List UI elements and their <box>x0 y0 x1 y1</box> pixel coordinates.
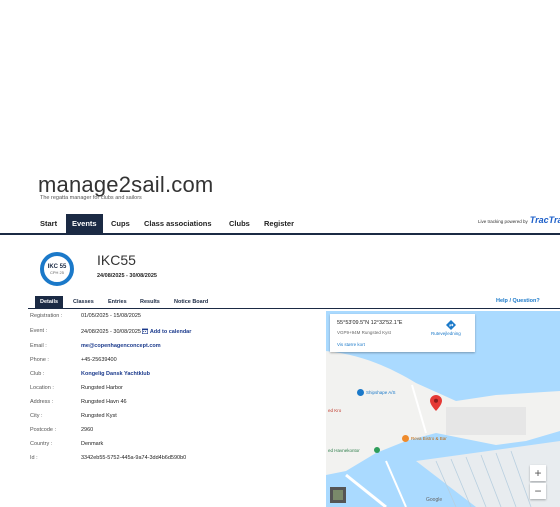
detail-label: Phone : <box>30 357 49 363</box>
detail-label: Id : <box>30 455 38 461</box>
detail-value: 3342eb55-5752-445a-9a74-3dd4b6d590b0 <box>81 455 187 461</box>
view-larger-map-link[interactable]: Vis større kort <box>337 342 365 347</box>
detail-value: 01/05/2025 - 15/08/2025 <box>81 313 141 319</box>
add-to-calendar-label: Add to calendar <box>149 329 192 335</box>
help-link[interactable]: Help / Question? <box>496 298 540 304</box>
tab-notice-board[interactable]: Notice Board <box>174 296 208 308</box>
nav-class-associations[interactable]: Class associations <box>144 214 212 233</box>
zoom-in-button[interactable]: + <box>530 465 546 481</box>
detail-value: Denmark <box>81 441 104 447</box>
tab-results[interactable]: Results <box>140 296 160 308</box>
tabs-divider <box>28 308 560 309</box>
event-tabs: Details Classes Entries Results Notice B… <box>28 296 560 308</box>
nav-events[interactable]: Events <box>66 214 103 233</box>
club-link[interactable]: Kongelig Dansk Yachtklub <box>81 371 150 377</box>
detail-label: City : <box>30 413 43 419</box>
detail-value: +45-25639400 <box>81 357 117 363</box>
detail-value: Rungsted Harbor <box>81 385 123 391</box>
map-place-label: ed Havnekontor <box>328 448 360 453</box>
map-attribution: Google <box>426 497 443 503</box>
detail-value: Rungsted Havn 46 <box>81 399 127 405</box>
directions-link[interactable]: Rutevejledning <box>431 331 461 336</box>
detail-value: 2960 <box>81 427 94 433</box>
location-pin-icon[interactable] <box>430 395 442 411</box>
detail-label: Address : <box>30 399 54 405</box>
event-logo: IKC 55 CPH 25 <box>40 252 74 286</box>
email-link[interactable]: me@copenhagenconcept.com <box>81 343 161 349</box>
detail-value: 24/08/2025 - 30/08/2025 Add to calendar <box>81 328 191 335</box>
detail-label: Club : <box>30 371 45 377</box>
main-nav: Start Events Cups Class associations Clu… <box>0 214 560 233</box>
restaurant-marker-icon[interactable] <box>402 435 409 442</box>
event-dates-value: 24/08/2025 - 30/08/2025 <box>81 329 141 335</box>
tracking-banner[interactable]: Live tracking powered byTracTrac <box>478 215 560 225</box>
nav-clubs[interactable]: Clubs <box>229 214 250 233</box>
detail-label: Registration : <box>30 313 63 319</box>
detail-value: Rungsted Kyst <box>81 413 117 419</box>
zoom-out-button[interactable]: − <box>530 483 546 499</box>
nav-cups[interactable]: Cups <box>111 214 130 233</box>
tab-classes[interactable]: Classes <box>73 296 94 308</box>
tab-details[interactable]: Details <box>35 296 64 308</box>
tractrac-logo[interactable]: TracTrac <box>530 215 560 225</box>
detail-label: Postcode : <box>30 427 56 433</box>
event-logo-subtext: CPH 25 <box>49 270 64 275</box>
tracking-text: Live tracking powered by <box>478 219 528 224</box>
nav-start[interactable]: Start <box>40 214 57 233</box>
detail-label: Country : <box>30 441 53 447</box>
event-dates: 24/08/2025 - 30/08/2025 <box>97 273 157 279</box>
site-tagline: The regatta manager for clubs and sailor… <box>40 195 142 201</box>
detail-label: Location : <box>30 385 54 391</box>
place-marker-icon[interactable] <box>374 447 380 453</box>
map-place-label: Reva Bistro & Bar <box>411 436 447 441</box>
map-info-card: 55°53'09.5"N 12°32'52.1"E VGP9+94M Rungs… <box>330 314 475 352</box>
nav-register[interactable]: Register <box>264 214 294 233</box>
place-marker-icon[interactable] <box>357 389 364 396</box>
detail-label: Event : <box>30 328 48 334</box>
directions-icon[interactable] <box>446 320 456 330</box>
event-title: IKC55 <box>97 252 136 268</box>
detail-label: Email : <box>30 343 47 349</box>
map-place-label: Shipshape A/S <box>366 390 396 395</box>
map-place-label: ed Kro <box>328 408 342 413</box>
calendar-icon <box>142 328 149 334</box>
map-plus-code: VGP9+94M Rungsted Kyst <box>337 330 391 335</box>
add-to-calendar-link[interactable]: Add to calendar <box>142 328 192 335</box>
map-coordinates: 55°53'09.5"N 12°32'52.1"E <box>337 320 403 326</box>
tab-entries[interactable]: Entries <box>108 296 127 308</box>
nav-divider <box>0 233 560 235</box>
